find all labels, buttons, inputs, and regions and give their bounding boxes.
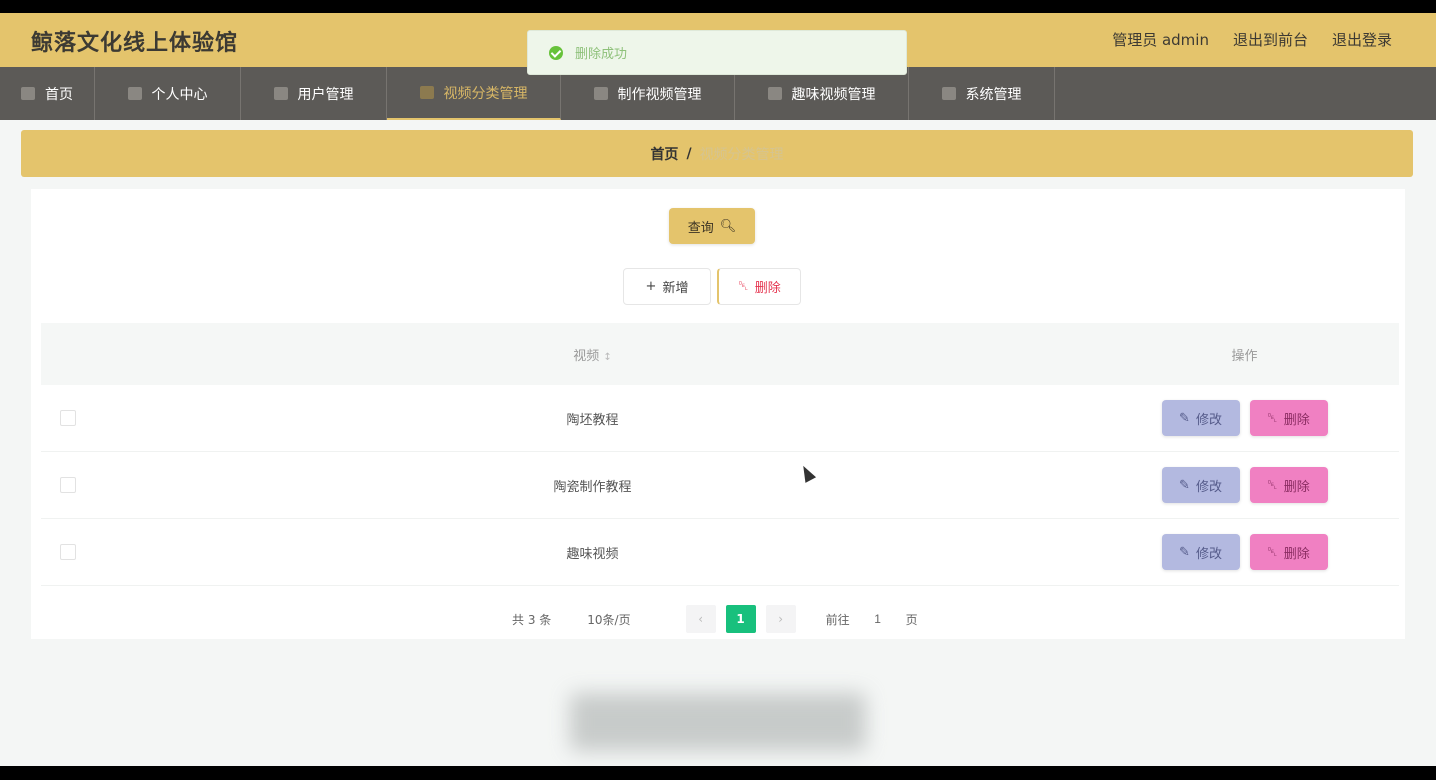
next-page-button[interactable]: › — [765, 605, 796, 633]
trash-icon: ␡ — [738, 279, 749, 294]
edit-button[interactable]: ✎ 修改 — [1161, 467, 1240, 503]
delete-label: 删除 — [1283, 412, 1310, 428]
page-jumper: 前往 页 — [826, 611, 918, 628]
batch-delete-button[interactable]: ␡ 删除 — [717, 268, 801, 305]
nav-item-system[interactable]: 系统管理 — [909, 67, 1055, 120]
row-actions: ✎ 修改 ␡ 删除 — [1090, 467, 1399, 503]
user-label: 管理员 admin — [1112, 31, 1209, 49]
video-name-cell: 陶坯教程 — [566, 412, 619, 428]
plus-icon: + — [645, 279, 657, 294]
row-actions: ✎ 修改 ␡ 删除 — [1090, 534, 1399, 570]
video-name-cell: 陶瓷制作教程 — [553, 479, 632, 495]
row-checkbox[interactable] — [60, 477, 76, 493]
data-table: 视频↕ 操作 陶坯教程 ✎ 修改 ␡ 删除 陶瓷制作教程 ✎ 修改 ␡ 删除 — [41, 323, 1399, 586]
delete-button[interactable]: ␡ 删除 — [1249, 467, 1328, 503]
edit-icon: ✎ — [1179, 544, 1190, 560]
edit-icon: ✎ — [1179, 477, 1190, 493]
nav-item-label: 用户管理 — [297, 86, 354, 103]
success-toast: 删除成功 — [527, 30, 907, 75]
nav-item-profile[interactable]: 个人中心 — [95, 67, 241, 120]
column-header-video[interactable]: 视频 ↕ — [95, 345, 1090, 364]
table-row: 陶瓷制作教程 ✎ 修改 ␡ 删除 — [41, 452, 1399, 519]
goto-page-input[interactable] — [867, 612, 888, 626]
breadcrumb: 首页 / 视频分类管理 — [21, 130, 1413, 177]
header-select-cell — [41, 323, 95, 385]
page-size-select[interactable]: 10条/页 — [587, 611, 630, 628]
settings-icon — [941, 87, 956, 100]
edit-icon: ✎ — [1179, 410, 1190, 426]
prev-page-button[interactable]: ‹ — [685, 605, 716, 633]
app-window: 鲸落文化线上体验馆 管理员 admin 退出到前台 退出登录 删除成功 首页 个… — [0, 13, 1436, 766]
breadcrumb-current: 视频分类管理 — [699, 146, 784, 163]
video-icon — [767, 87, 782, 100]
row-checkbox[interactable] — [60, 410, 76, 426]
content-panel: 查询 🔍︎ + 新增 ␡ 删除 视频 ↕ 操作 陶坯教程 ✎ 修改 ␡ 删除 陶… — [31, 189, 1405, 639]
nav-item-label: 首页 — [45, 86, 73, 103]
trash-icon: ␡ — [1267, 477, 1278, 493]
action-buttons: + 新增 ␡ 删除 — [623, 268, 801, 305]
user-icon — [127, 87, 142, 100]
breadcrumb-separator: / — [686, 145, 692, 162]
batch-delete-label: 删除 — [754, 281, 781, 296]
nav-item-home[interactable]: 首页 — [0, 67, 95, 120]
nav-item-label: 制作视频管理 — [617, 86, 702, 103]
list-icon — [273, 87, 288, 100]
nav-item-label: 视频分类管理 — [443, 85, 528, 102]
search-icon: 🔍︎ — [719, 218, 737, 234]
query-button[interactable]: 查询 🔍︎ — [669, 208, 755, 244]
list-icon — [419, 86, 434, 99]
column-header-label: 视频 — [573, 348, 600, 364]
row-actions: ✎ 修改 ␡ 删除 — [1090, 400, 1399, 436]
blurred-region — [570, 693, 866, 751]
delete-label: 删除 — [1283, 479, 1310, 495]
nav-item-users[interactable]: 用户管理 — [241, 67, 387, 120]
video-name-cell: 趣味视频 — [566, 546, 619, 562]
trash-icon: ␡ — [1267, 410, 1278, 426]
toast-message: 删除成功 — [575, 47, 628, 62]
video-icon — [593, 87, 608, 100]
row-select-cell — [41, 385, 95, 451]
logout-link[interactable]: 退出登录 — [1332, 29, 1392, 50]
edit-label: 修改 — [1195, 546, 1222, 562]
edit-label: 修改 — [1195, 412, 1222, 428]
pagination-total: 共 3 条 — [512, 612, 552, 627]
goto-suffix: 页 — [905, 612, 918, 627]
pagination: 共 3 条 10条/页 ‹ 1 › 前往 页 — [512, 604, 918, 634]
add-button-label: 新增 — [662, 281, 689, 296]
table-row: 陶坯教程 ✎ 修改 ␡ 删除 — [41, 385, 1399, 452]
row-select-cell — [41, 452, 95, 518]
sort-icon[interactable]: ↕ — [603, 352, 611, 363]
row-select-cell — [41, 519, 95, 585]
add-button[interactable]: + 新增 — [623, 268, 711, 305]
edit-button[interactable]: ✎ 修改 — [1161, 400, 1240, 436]
goto-prefix: 前往 — [825, 612, 850, 627]
table-header: 视频 ↕ 操作 — [41, 323, 1399, 385]
delete-label: 删除 — [1283, 546, 1310, 562]
row-checkbox[interactable] — [60, 544, 76, 560]
success-check-icon — [549, 45, 563, 60]
page-number-current[interactable]: 1 — [725, 605, 756, 633]
query-button-label: 查询 — [687, 220, 714, 236]
app-title: 鲸落文化线上体验馆 — [31, 31, 239, 56]
header-actions: 管理员 admin 退出到前台 退出登录 — [1112, 29, 1392, 50]
delete-button[interactable]: ␡ 删除 — [1249, 400, 1328, 436]
trash-icon: ␡ — [1267, 544, 1278, 560]
to-frontend-link[interactable]: 退出到前台 — [1233, 29, 1308, 50]
home-icon — [21, 87, 35, 100]
nav-item-label: 系统管理 — [965, 86, 1022, 103]
table-row: 趣味视频 ✎ 修改 ␡ 删除 — [41, 519, 1399, 586]
edit-button[interactable]: ✎ 修改 — [1161, 534, 1240, 570]
breadcrumb-home[interactable]: 首页 — [650, 144, 678, 164]
edit-label: 修改 — [1195, 479, 1222, 495]
nav-item-label: 趣味视频管理 — [791, 86, 876, 103]
column-header-actions: 操作 — [1231, 348, 1258, 364]
nav-item-label: 个人中心 — [151, 86, 208, 103]
delete-button[interactable]: ␡ 删除 — [1249, 534, 1328, 570]
